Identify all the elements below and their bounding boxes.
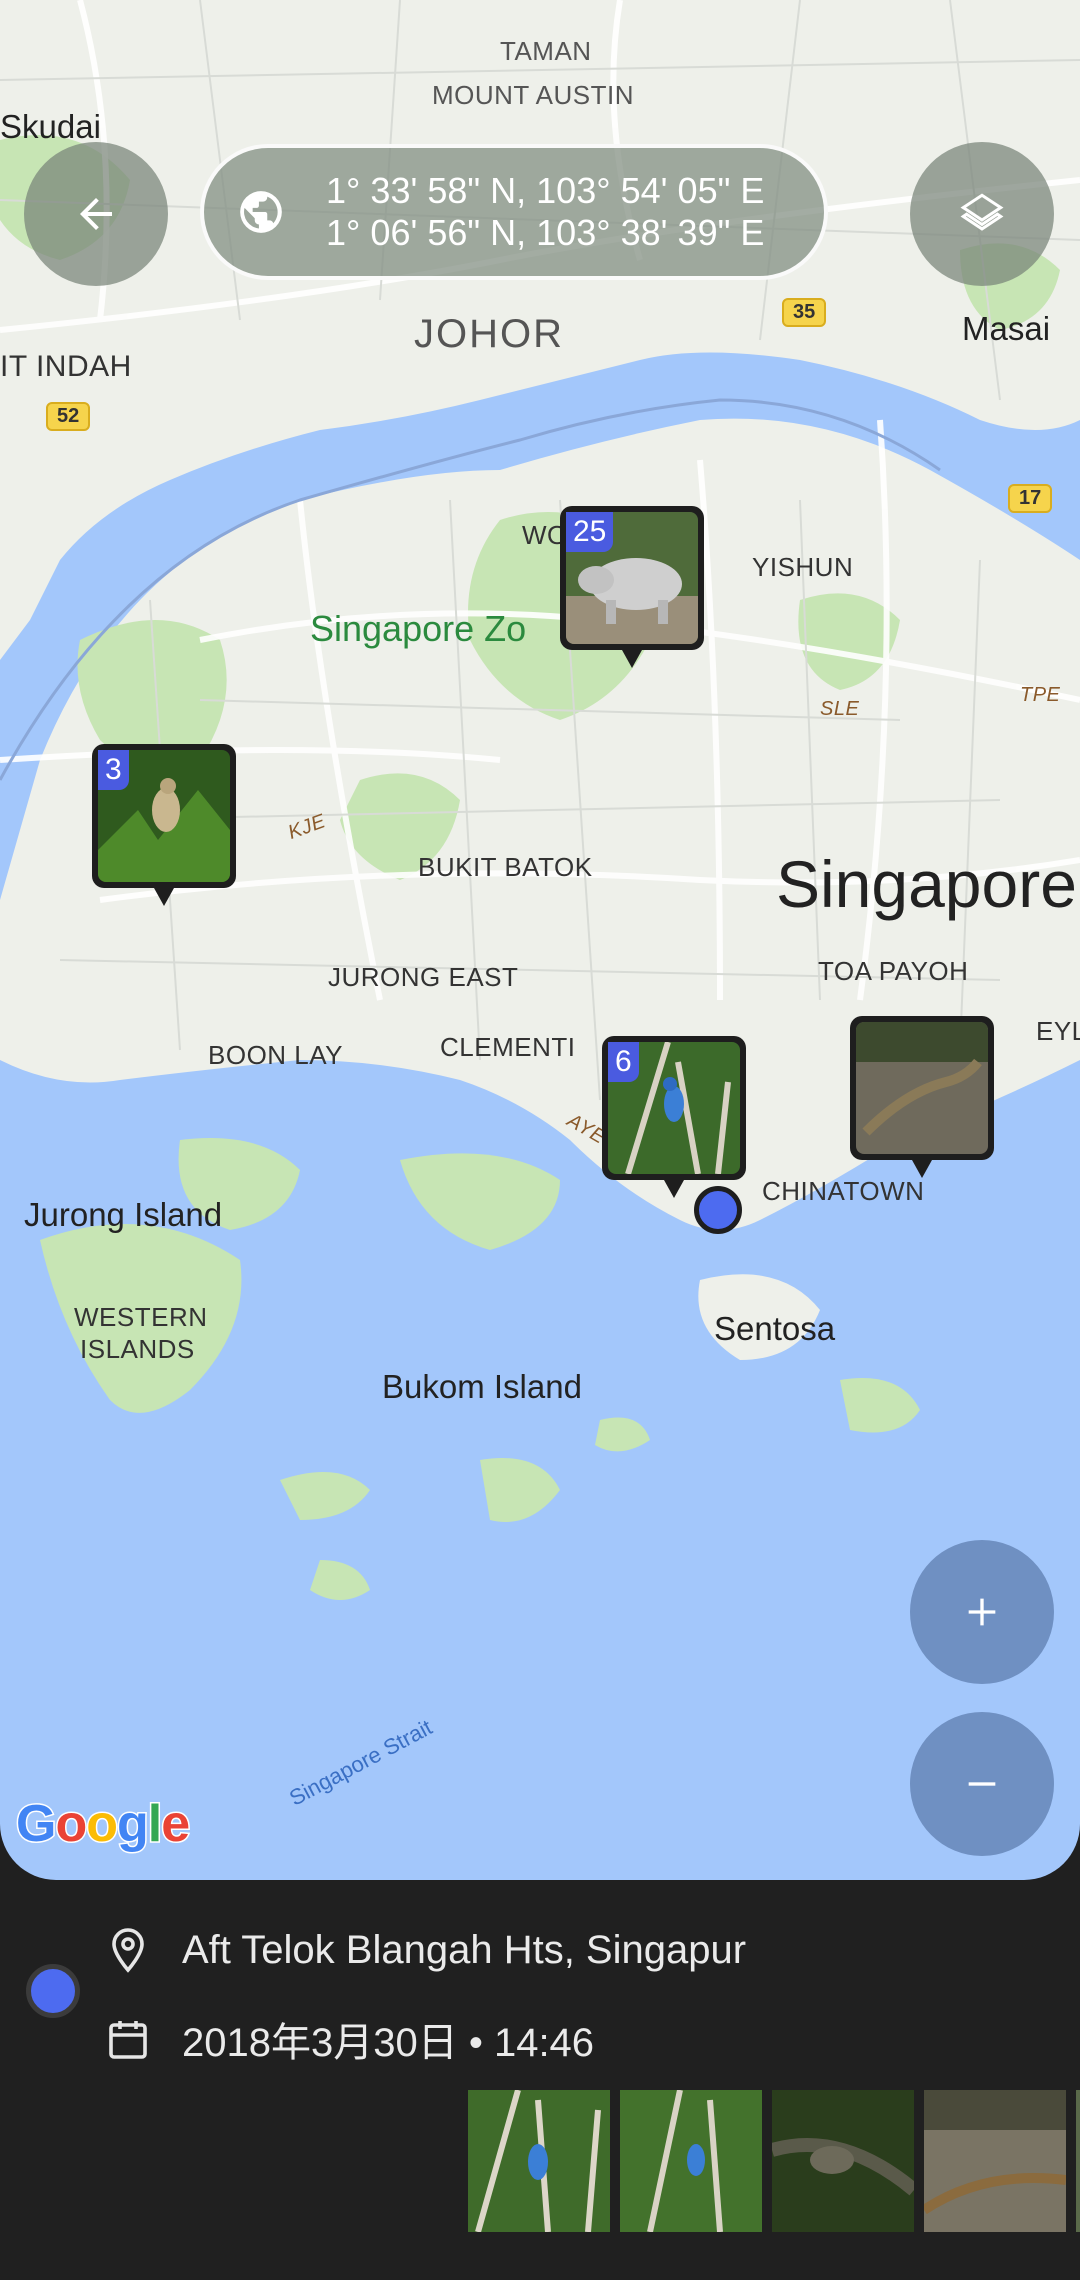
globe-icon <box>240 191 282 233</box>
map-view[interactable]: TAMAN MOUNT AUSTIN Skudai JOHOR Masai IT… <box>0 0 1080 1880</box>
arrow-left-icon <box>80 198 112 230</box>
coords-line-1: 1° 33' 58" N, 103° 54' 05" E <box>326 170 765 211</box>
location-pin-icon <box>112 1928 144 1973</box>
label-singapore: Singapore <box>776 847 1077 921</box>
label-jurong-east: JURONG EAST <box>328 962 519 992</box>
selection-indicator <box>26 1964 80 2018</box>
layers-icon <box>960 193 1004 231</box>
label-masai: Masai <box>962 310 1051 347</box>
label-geylang: EYLAN <box>1036 1016 1080 1046</box>
place-name: Aft Telok Blangah Hts, Singapur <box>182 1927 747 1972</box>
label-mount-austin: MOUNT AUSTIN <box>432 80 634 110</box>
google-logo: Google <box>14 1794 191 1855</box>
highway-shield-35: 35 <box>782 298 827 327</box>
thumbnail[interactable] <box>772 2090 914 2232</box>
map-layers-button[interactable] <box>910 142 1054 286</box>
label-yishun: YISHUN <box>752 552 854 582</box>
zoom-out-button[interactable] <box>910 1712 1054 1856</box>
coordinates-pill[interactable]: 1° 33' 58" N, 103° 54' 05" E 1° 06' 56" … <box>200 144 828 280</box>
coords-line-2: 1° 06' 56" N, 103° 38' 39" E <box>326 212 765 253</box>
location-details-panel: Aft Telok Blangah Hts, Singapur 2018年3月3… <box>0 1906 1080 2280</box>
plus-icon <box>968 1598 996 1626</box>
cluster-count: 6 <box>608 1042 639 1082</box>
thumbnail[interactable] <box>620 2090 762 2232</box>
lizard-photo <box>856 1022 988 1154</box>
highway-shield-17: 17 <box>1008 484 1053 513</box>
label-boon-lay: BOON LAY <box>208 1040 344 1070</box>
photo-cluster-marker[interactable]: 25 <box>560 506 704 668</box>
calendar-icon <box>109 2021 147 2059</box>
label-western: WESTERN <box>74 1302 208 1332</box>
zoom-in-button[interactable] <box>910 1540 1054 1684</box>
cluster-count: 3 <box>98 750 129 790</box>
label-bukit-batok: BUKIT BATOK <box>418 852 593 882</box>
photo-cluster-marker[interactable]: 3 <box>92 744 236 906</box>
label-clementi: CLEMENTI <box>440 1032 576 1062</box>
label-chinatown: CHINATOWN <box>762 1176 925 1206</box>
label-taman: TAMAN <box>500 36 592 66</box>
label-sle: SLE <box>820 698 860 720</box>
label-bukom-island: Bukom Island <box>382 1368 582 1405</box>
label-johor: JOHOR <box>414 312 564 356</box>
label-islands: ISLANDS <box>80 1334 195 1364</box>
selected-location-dot[interactable] <box>694 1186 742 1234</box>
label-sentosa: Sentosa <box>714 1310 836 1347</box>
label-jurong-island: Jurong Island <box>24 1196 223 1233</box>
cluster-count: 25 <box>566 512 614 552</box>
label-singapore-zoo: Singapore Zo <box>310 608 527 649</box>
minus-icon <box>968 1782 996 1786</box>
label-skudai: Skudai <box>0 108 101 145</box>
date-row: 2018年3月30日 • 14:46 <box>104 2010 594 2068</box>
photo-marker[interactable] <box>850 1016 994 1178</box>
highway-shield-52: 52 <box>46 402 91 431</box>
label-bukit-indah: IT INDAH <box>0 350 132 383</box>
photo-datetime: 2018年3月30日 • 14:46 <box>182 2021 595 2065</box>
photo-cluster-marker[interactable]: 6 <box>602 1036 746 1198</box>
label-tpe: TPE <box>1020 684 1061 706</box>
thumbnail[interactable] <box>1076 2090 1080 2232</box>
thumbnail-strip[interactable] <box>468 2090 1080 2232</box>
label-toa-payoh: TOA PAYOH <box>818 956 969 986</box>
thumbnail[interactable] <box>924 2090 1066 2232</box>
place-row[interactable]: Aft Telok Blangah Hts, Singapur <box>104 1926 746 1974</box>
thumbnail[interactable] <box>468 2090 610 2232</box>
back-button[interactable] <box>24 142 168 286</box>
